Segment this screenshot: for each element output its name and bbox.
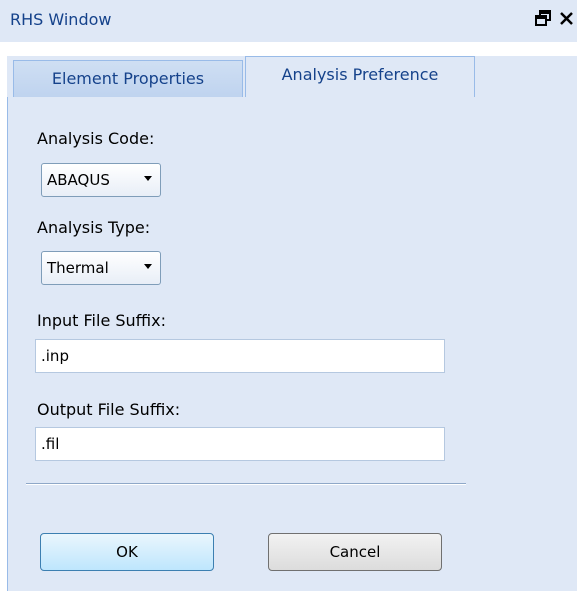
analysis-type-dropdown[interactable]: Thermal (41, 251, 161, 285)
analysis-code-label: Analysis Code: (37, 129, 155, 148)
chevron-down-icon (144, 264, 152, 269)
close-icon[interactable] (558, 8, 577, 28)
tab-label: Analysis Preference (281, 65, 439, 84)
analysis-code-dropdown[interactable]: ABAQUS (41, 163, 161, 197)
divider (26, 483, 466, 485)
analysis-code-value: ABAQUS (47, 171, 110, 189)
restore-icon[interactable] (534, 9, 552, 27)
tab-analysis-preference[interactable]: Analysis Preference (245, 56, 475, 98)
tab-strip: Element Properties Analysis Preference (7, 56, 577, 98)
input-suffix-field[interactable] (35, 339, 445, 373)
tab-label: Element Properties (51, 69, 205, 88)
ok-button-label: OK (116, 543, 138, 561)
ok-button[interactable]: OK (40, 533, 214, 571)
output-suffix-label: Output File Suffix: (37, 400, 181, 419)
analysis-type-label: Analysis Type: (37, 218, 151, 237)
output-suffix-field[interactable] (35, 427, 445, 461)
analysis-preference-panel: Analysis Code: ABAQUS Analysis Type: The… (7, 97, 577, 591)
cancel-button[interactable]: Cancel (268, 533, 442, 571)
chevron-down-icon (144, 176, 152, 181)
title-bar: RHS Window (0, 0, 577, 42)
cancel-button-label: Cancel (329, 543, 381, 561)
input-suffix-label: Input File Suffix: (37, 311, 166, 330)
tab-element-properties[interactable]: Element Properties (13, 60, 243, 97)
analysis-type-value: Thermal (47, 259, 109, 277)
window-title: RHS Window (10, 10, 112, 29)
